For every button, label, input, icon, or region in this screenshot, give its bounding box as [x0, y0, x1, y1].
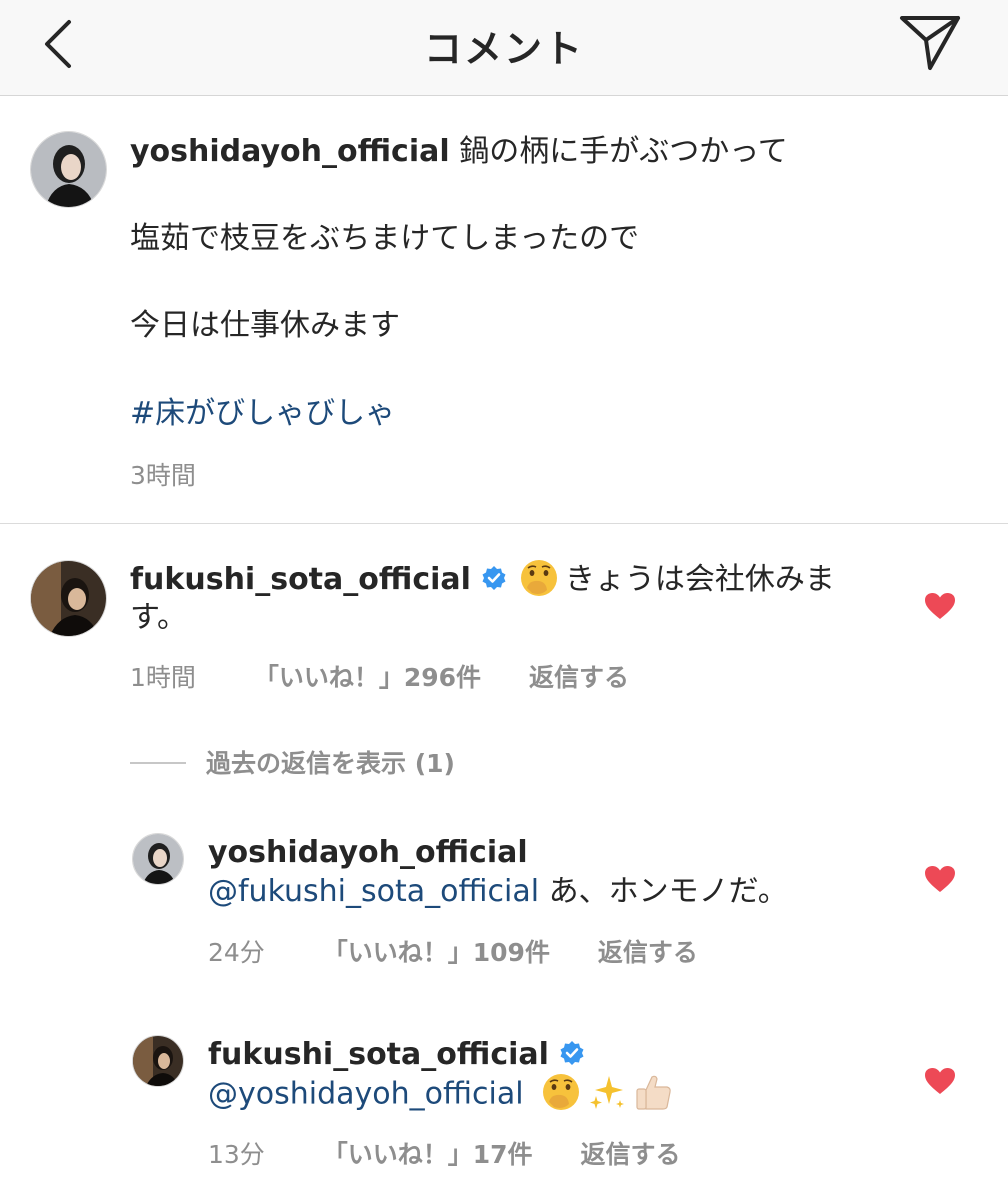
reply-button[interactable]: 返信する	[529, 663, 629, 692]
reply-username-line: fukushi_sota_official	[208, 1035, 597, 1075]
avatar[interactable]	[30, 131, 107, 208]
hashtag-link[interactable]: #床がびしゃびしゃ	[130, 394, 395, 434]
caption-line: yoshidayoh_official 鍋の柄に手がぶつかって	[130, 132, 788, 172]
mention-link[interactable]: @yoshidayoh_official	[208, 1077, 524, 1112]
reply-timestamp: 24分	[208, 938, 265, 967]
likes-count[interactable]: 「いいね！」109件	[323, 938, 550, 967]
avatar[interactable]	[132, 1035, 184, 1087]
comment-text: きょうは会社休みま	[564, 562, 835, 597]
likes-count[interactable]: 「いいね！」17件	[323, 1140, 533, 1169]
view-replies-label: 過去の返信を表示 (1)	[206, 749, 455, 778]
caption-text: 今日は仕事休みます	[130, 308, 400, 343]
divider	[130, 762, 186, 764]
caption-username[interactable]: yoshidayoh_official	[130, 134, 450, 169]
mention-link[interactable]: @fukushi_sota_official	[208, 874, 539, 909]
verified-badge-icon	[482, 565, 506, 590]
thumbs-up-emoji	[636, 1075, 671, 1110]
caption-timestamp: 3時間	[130, 461, 196, 490]
shushing-face-emoji	[520, 559, 557, 596]
comment-line: fukushi_sota_official きょうは会社休みま	[130, 559, 835, 601]
avatar[interactable]	[30, 560, 107, 637]
reply-button[interactable]: 返信する	[581, 1140, 681, 1169]
page-title: コメント	[423, 27, 584, 71]
reply-username: yoshidayoh_official	[208, 835, 528, 870]
likes-count[interactable]: 「いいね！」296件	[254, 663, 481, 692]
comment-username[interactable]: fukushi_sota_official	[130, 562, 471, 597]
reply-line: @yoshidayoh_official	[208, 1074, 681, 1116]
avatar[interactable]	[132, 833, 184, 885]
divider	[0, 523, 1008, 524]
view-replies-button[interactable]: 過去の返信を表示 (1)	[130, 744, 455, 784]
caption-text: 塩茹で枝豆をぶちまけてしまったので	[130, 221, 640, 256]
share-button[interactable]	[896, 10, 966, 74]
reply-username[interactable]: fukushi_sota_official	[208, 1037, 549, 1072]
paper-plane-icon	[900, 16, 960, 70]
heart-icon[interactable]	[924, 865, 956, 893]
comment-meta: 1時間 「いいね！」296件 返信する	[130, 658, 669, 694]
reply-timestamp: 13分	[208, 1140, 265, 1169]
heart-icon[interactable]	[924, 592, 956, 620]
reply-meta: 13分 「いいね！」17件 返信する	[208, 1135, 721, 1171]
caption-text: 鍋の柄に手がぶつかって	[459, 134, 788, 169]
reply-text: あ、ホンモノだ。	[539, 874, 788, 909]
heart-icon[interactable]	[924, 1067, 956, 1095]
comment-timestamp: 1時間	[130, 663, 196, 692]
comment-text: す。	[130, 600, 187, 635]
reply-button[interactable]: 返信する	[598, 938, 698, 967]
reply-meta: 24分 「いいね！」109件 返信する	[208, 933, 738, 969]
shushing-face-emoji	[543, 1074, 580, 1110]
verified-badge-icon	[560, 1040, 584, 1065]
reply-line: @fukushi_sota_official あ、ホンモノだ。	[208, 872, 788, 912]
header-bar: コメント	[0, 0, 1008, 96]
sparkles-emoji	[590, 1076, 625, 1109]
